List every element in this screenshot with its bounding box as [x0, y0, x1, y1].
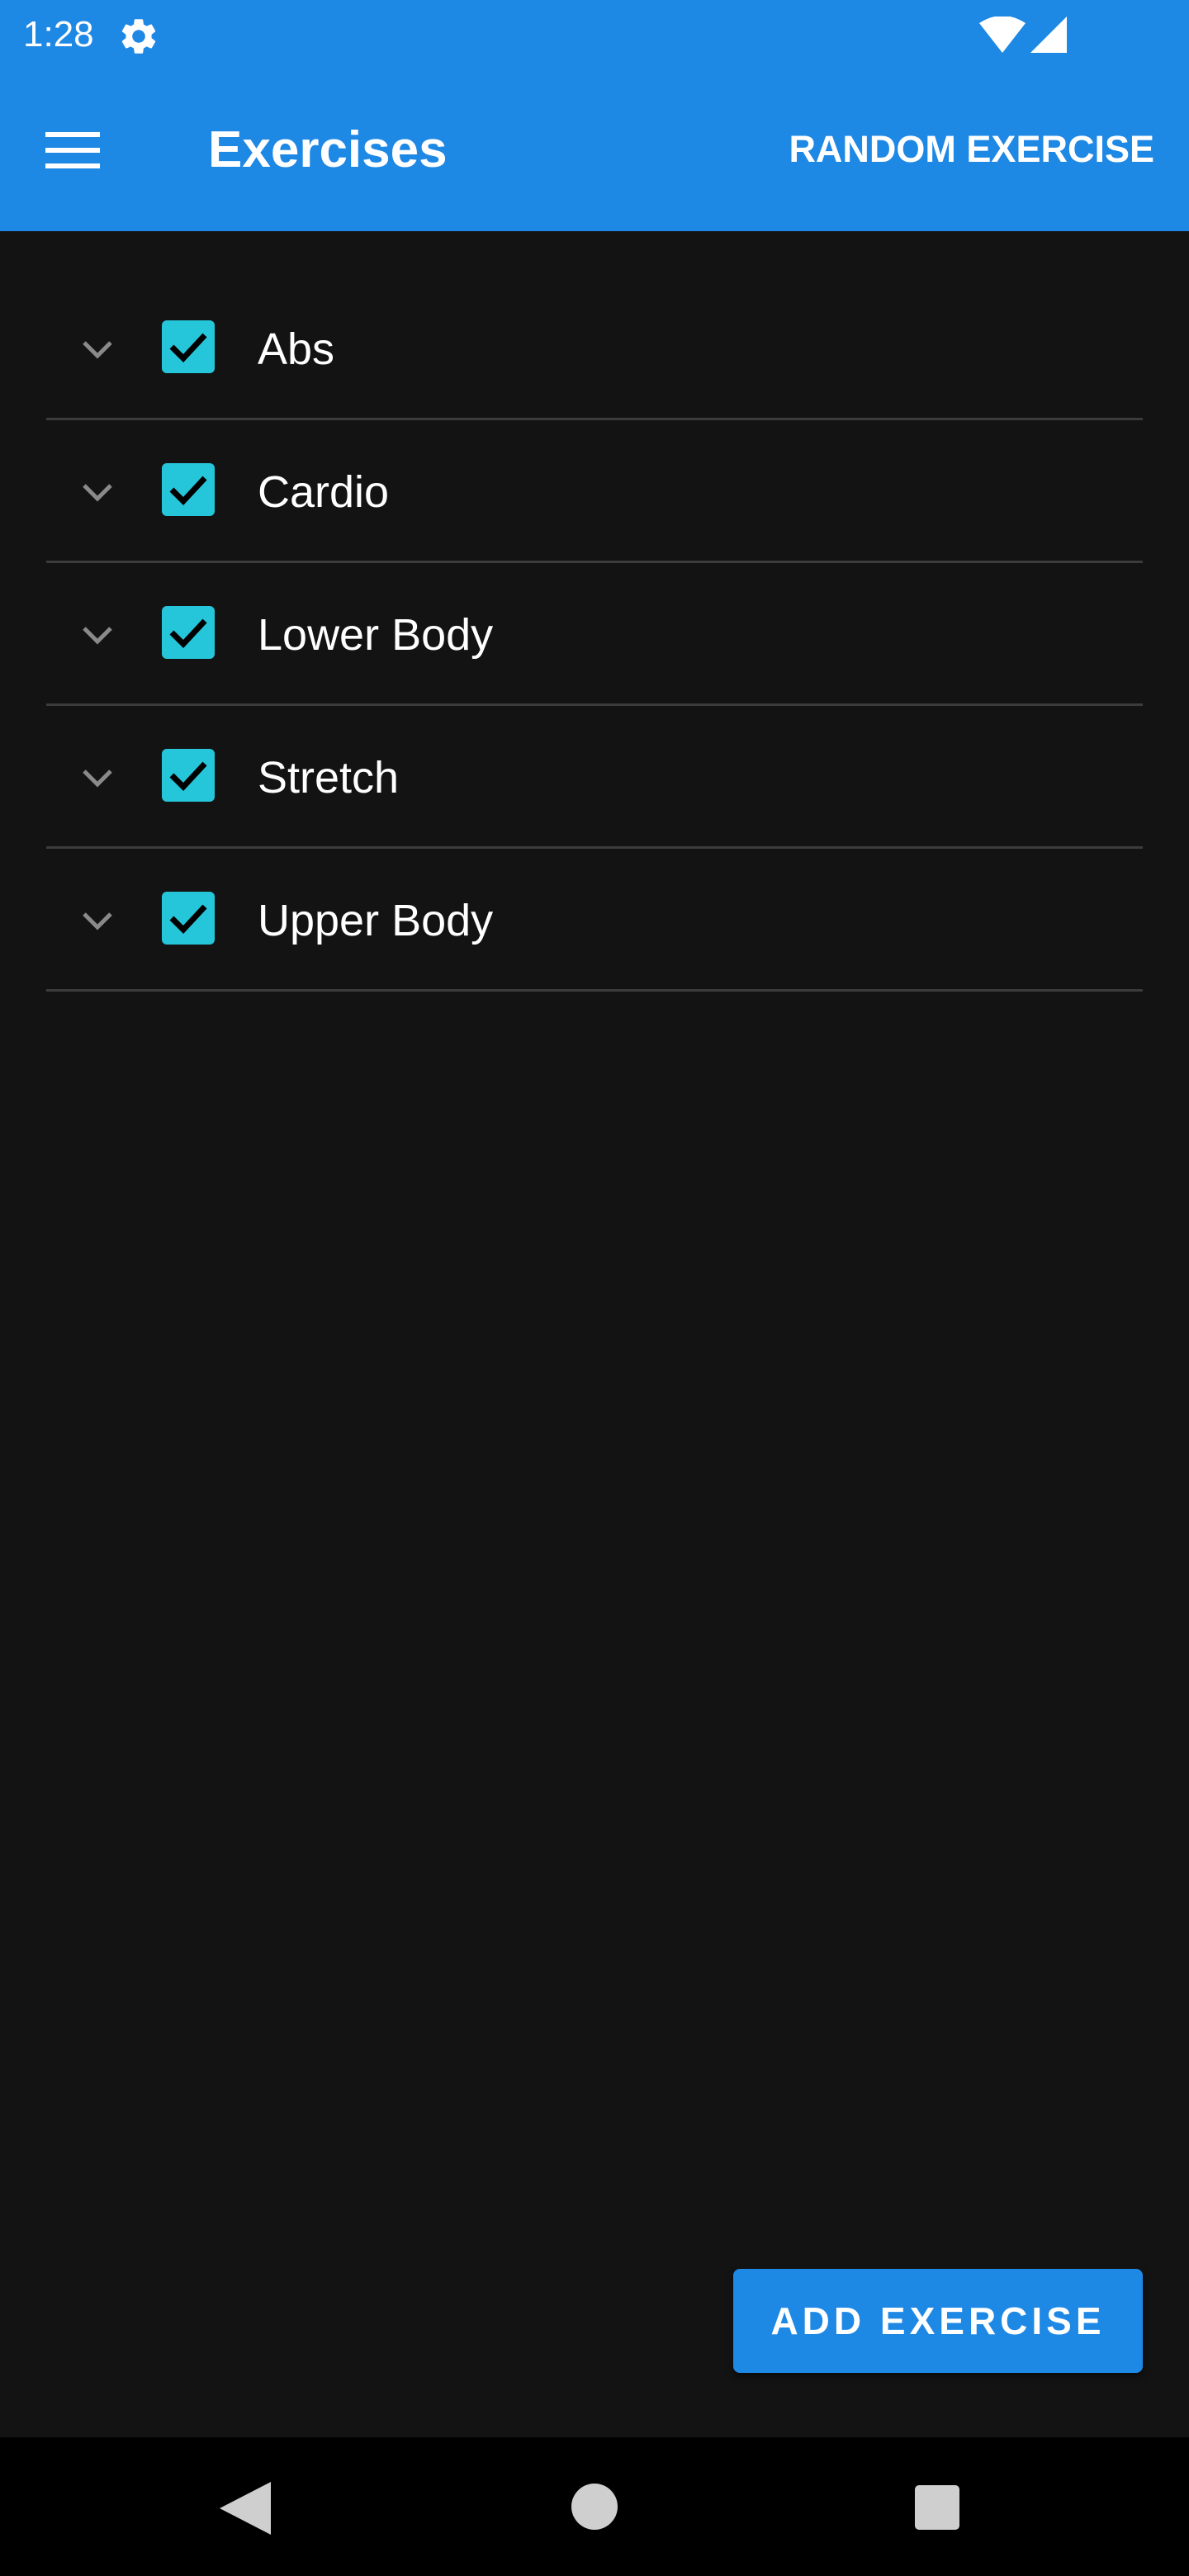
- chevron-down-icon[interactable]: [78, 758, 117, 798]
- category-row-cardio[interactable]: Cardio: [46, 420, 1143, 563]
- category-row-upper-body[interactable]: Upper Body: [46, 849, 1143, 992]
- app-bar: Exercises RANDOM EXERCISE: [0, 69, 1189, 231]
- check-icon: [169, 761, 207, 792]
- back-icon[interactable]: [220, 2482, 271, 2535]
- check-icon: [169, 904, 207, 935]
- cell-signal-icon: [1030, 17, 1067, 53]
- chevron-down-icon[interactable]: [78, 615, 117, 655]
- chevron-down-icon[interactable]: [78, 901, 117, 940]
- check-icon: [169, 476, 207, 506]
- category-label: Stretch: [258, 753, 400, 803]
- status-bar: 1:28: [0, 0, 1189, 69]
- category-label: Cardio: [258, 467, 390, 517]
- random-exercise-button[interactable]: RANDOM EXERCISE: [789, 122, 1154, 177]
- page-title: Exercises: [208, 121, 448, 178]
- gear-icon: [121, 19, 156, 54]
- category-row-stretch[interactable]: Stretch: [46, 706, 1143, 849]
- category-list: Abs Cardio Lower Body Stretch Upper Body: [46, 277, 1143, 992]
- category-checkbox[interactable]: [162, 749, 215, 802]
- chevron-down-icon[interactable]: [78, 329, 117, 369]
- home-icon[interactable]: [571, 2484, 618, 2530]
- recents-icon[interactable]: [915, 2485, 959, 2530]
- hamburger-menu-icon: [45, 132, 100, 168]
- screen: 1:28 Exercises RANDOM EXERCISE Abs Cardi…: [0, 0, 1189, 2576]
- wifi-icon: [979, 17, 1026, 53]
- category-row-lower-body[interactable]: Lower Body: [46, 563, 1143, 706]
- category-checkbox[interactable]: [162, 320, 215, 373]
- category-label: Upper Body: [258, 896, 494, 945]
- chevron-down-icon[interactable]: [78, 472, 117, 512]
- category-checkbox[interactable]: [162, 892, 215, 945]
- navigation-bar: [0, 2437, 1189, 2576]
- check-icon: [169, 618, 207, 649]
- category-label: Abs: [258, 324, 335, 374]
- check-icon: [169, 333, 207, 363]
- menu-button[interactable]: [33, 111, 112, 190]
- category-label: Lower Body: [258, 610, 494, 660]
- category-checkbox[interactable]: [162, 463, 215, 516]
- category-checkbox[interactable]: [162, 606, 215, 659]
- category-row-abs[interactable]: Abs: [46, 277, 1143, 420]
- status-time: 1:28: [23, 14, 94, 54]
- add-exercise-button[interactable]: ADD EXERCISE: [733, 2269, 1143, 2373]
